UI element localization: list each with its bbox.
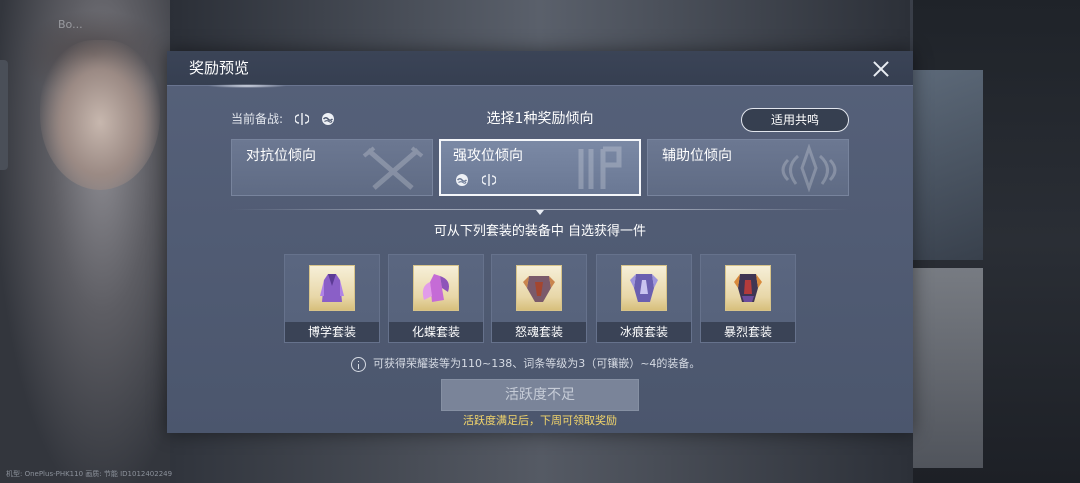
lotus-emblem-icon xyxy=(776,144,842,192)
purple-robe-icon xyxy=(309,265,355,311)
set-label: 怒魂套装 xyxy=(492,322,586,342)
background-tag: Bo... xyxy=(58,18,83,31)
blade-emblem-icon xyxy=(482,173,496,187)
set-label: 冰痕套装 xyxy=(597,322,691,342)
fury-armor-icon xyxy=(516,265,562,311)
ice-armor-icon xyxy=(621,265,667,311)
wave-orb-icon xyxy=(321,112,335,126)
dark-armor-icon xyxy=(725,265,771,311)
tendency-card-confront[interactable]: 对抗位倾向 xyxy=(231,139,433,196)
set-label: 博学套装 xyxy=(285,322,379,342)
background-right-panel xyxy=(913,70,983,260)
claim-button-disabled[interactable]: 活跃度不足 xyxy=(441,379,639,411)
set-card-violent[interactable]: 暴烈套装 xyxy=(700,254,796,343)
tendency-label: 辅助位倾向 xyxy=(662,148,732,164)
choose-instruction: 可从下列套装的装备中 自选获得一件 xyxy=(433,224,647,239)
selection-caret xyxy=(536,210,544,215)
set-card-butterfly[interactable]: 化蝶套装 xyxy=(388,254,484,343)
butterfly-armor-icon xyxy=(413,265,459,311)
reward-preview-dialog: 奖励预览 当前备战: 选择1种奖励倾向 适用共鸣 对抗位倾向 强攻位倾向 辅助位… xyxy=(167,51,913,433)
background-character-face xyxy=(40,40,160,190)
wave-orb-icon xyxy=(455,173,469,187)
set-label: 暴烈套装 xyxy=(701,322,795,342)
claim-hint: 活跃度满足后，下周可领取奖励 xyxy=(463,414,617,427)
tendency-card-assault[interactable]: 强攻位倾向 xyxy=(439,139,641,196)
set-card-scholar[interactable]: 博学套装 xyxy=(284,254,380,343)
side-handle[interactable] xyxy=(0,60,8,170)
background-bottom-strip xyxy=(170,432,913,483)
tendency-label: 对抗位倾向 xyxy=(246,148,316,164)
tendency-card-support[interactable]: 辅助位倾向 xyxy=(647,139,849,196)
apply-resonance-button[interactable]: 适用共鸣 xyxy=(741,108,849,132)
background-top-strip xyxy=(170,0,910,52)
close-icon[interactable] xyxy=(869,57,893,81)
background-right-panel-lower xyxy=(913,268,983,468)
blade-emblem-icon xyxy=(295,112,309,126)
current-prep-label: 当前备战: xyxy=(231,112,284,126)
info-icon xyxy=(351,357,366,372)
set-label: 化蝶套装 xyxy=(389,322,483,342)
select-tendency-title: 选择1种奖励倾向 xyxy=(486,111,594,127)
header-glow xyxy=(207,84,287,88)
set-card-fury[interactable]: 怒魂套装 xyxy=(491,254,587,343)
set-card-ice[interactable]: 冰痕套装 xyxy=(596,254,692,343)
dialog-header: 奖励预览 xyxy=(167,51,913,86)
device-info-watermark: 机型: OnePlus-PHK110 画质: 节能 ID1012402249 xyxy=(6,470,173,478)
tendency-label: 强攻位倾向 xyxy=(453,148,523,164)
crossed-swords-icon xyxy=(360,144,426,192)
equipment-range-info: 可获得荣耀装等为110~138、词条等级为3（可镶嵌）~4的装备。 xyxy=(373,357,701,370)
dialog-title: 奖励预览 xyxy=(189,59,250,77)
blade-emblem-icon xyxy=(567,145,633,193)
